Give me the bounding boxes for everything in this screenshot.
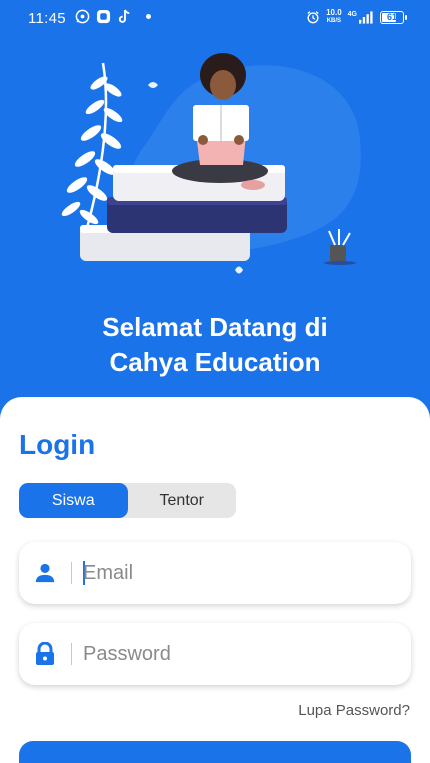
battery-percent: 61	[386, 12, 397, 22]
lock-icon	[19, 642, 71, 666]
password-input[interactable]	[83, 642, 383, 666]
welcome-line-2: Cahya Education	[109, 347, 321, 377]
tab-siswa[interactable]: Siswa	[19, 483, 128, 518]
person-icon	[19, 562, 71, 584]
system-status: 10.0 KB/S 4G 61	[305, 9, 407, 25]
login-title: Login	[19, 429, 96, 460]
tiktok-icon	[117, 9, 132, 24]
net-speed-value: 10.0	[326, 8, 342, 17]
login-button[interactable]	[19, 741, 411, 763]
battery-icon: 61	[380, 10, 407, 24]
notification-icons	[75, 9, 151, 24]
status-time: 11:45	[28, 10, 66, 27]
welcome-heading: Selamat Datang di Cahya Education	[0, 310, 430, 380]
role-switch: Siswa Tentor	[19, 483, 236, 518]
login-card: Login Siswa Tentor Lupa Password?	[0, 397, 430, 763]
network-speed: 10.0 KB/S	[326, 9, 342, 25]
reading-illustration	[61, 53, 361, 274]
email-field[interactable]	[19, 542, 411, 604]
welcome-line-1: Selamat Datang di	[102, 312, 328, 342]
field-divider	[71, 643, 72, 665]
more-notifications-icon	[146, 14, 151, 19]
app-icon	[96, 9, 111, 24]
email-input[interactable]	[83, 561, 383, 585]
net-speed-unit: KB/S	[326, 18, 342, 24]
password-field[interactable]	[19, 623, 411, 685]
network-type: 4G	[347, 10, 357, 18]
forgot-password-link[interactable]: Lupa Password?	[298, 702, 410, 719]
alarm-icon	[305, 10, 320, 25]
signal-icon	[359, 10, 374, 25]
field-divider	[71, 562, 72, 584]
status-bar: 11:45 10.0 KB/S 4G 61	[0, 0, 430, 36]
whatsapp-icon	[75, 9, 90, 24]
tab-tentor[interactable]: Tentor	[128, 483, 237, 518]
